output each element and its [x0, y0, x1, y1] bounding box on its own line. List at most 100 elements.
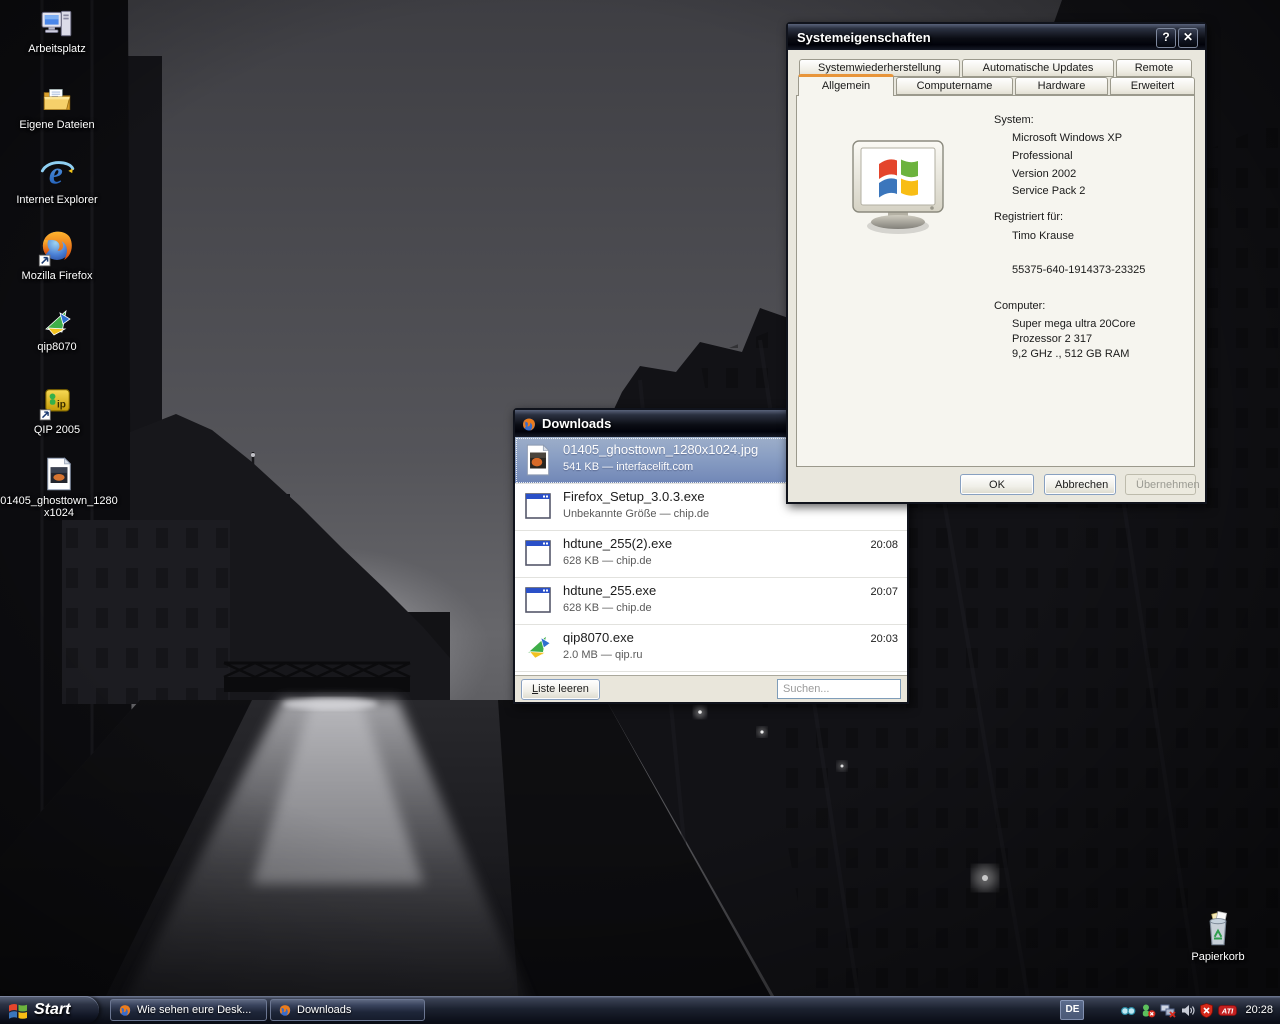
taskbar: Start Wie sehen eure Desk... Downloads D… [0, 996, 1280, 1024]
recycle-bin-icon [1200, 910, 1236, 948]
desktop-icon-label: 01405_ghosttown_1280x1024 [0, 495, 118, 519]
registered-name: Timo Krause [1012, 230, 1074, 242]
my-computer-icon [40, 6, 74, 40]
download-item[interactable]: qip8070.exe 2.0 MB — qip.ru 20:03 [515, 625, 907, 672]
windows-logo-icon [8, 1001, 28, 1020]
image-file-icon [43, 456, 75, 492]
qip-installer-icon [523, 631, 553, 661]
network-disconnected-tray-icon[interactable] [1160, 1003, 1177, 1018]
system-line: Service Pack 2 [1012, 185, 1085, 197]
windows-xp-monitor-icon [846, 138, 950, 238]
desktop-icon-label: QIP 2005 [9, 424, 105, 436]
volume-tray-icon[interactable] [1181, 1003, 1195, 1018]
download-filename: hdtune_255.exe [563, 583, 656, 598]
taskbar-task-downloads[interactable]: Downloads [270, 999, 425, 1021]
status-offline-tray-icon[interactable] [1140, 1003, 1156, 1018]
download-filename: qip8070.exe [563, 630, 634, 645]
ati-tray-icon[interactable]: ATI [1218, 1003, 1237, 1018]
tab-erweitert[interactable]: Erweitert [1110, 77, 1195, 95]
firefox-icon [521, 416, 537, 432]
downloads-window-title: Downloads [542, 416, 611, 431]
download-meta: 541 KB — interfacelift.com [563, 461, 693, 473]
computer-line: Prozessor 2 317 [1012, 333, 1092, 345]
cancel-button[interactable]: Abbrechen [1044, 474, 1116, 495]
download-meta: 628 KB — chip.de [563, 555, 652, 567]
clear-list-button[interactable]: Liste leeren [521, 679, 600, 700]
close-button[interactable]: ✕ [1178, 28, 1198, 48]
tab-remote[interactable]: Remote [1116, 59, 1192, 77]
application-file-icon [523, 490, 553, 522]
desktop-icon-label: qip8070 [9, 341, 105, 353]
taskbar-clock[interactable]: 20:28 [1245, 1004, 1273, 1016]
internet-explorer-icon: e [39, 153, 75, 191]
svg-text:ATI: ATI [1221, 1006, 1234, 1015]
application-file-icon [523, 537, 553, 569]
computer-section-label: Computer: [994, 300, 1045, 312]
computer-line: Super mega ultra 20Core [1012, 318, 1136, 330]
download-meta: 2.0 MB — qip.ru [563, 649, 642, 661]
tab-allgemein[interactable]: Allgemein [798, 74, 894, 96]
system-section-label: System: [994, 114, 1034, 126]
download-time: 20:07 [870, 586, 898, 598]
my-documents-folder-icon [39, 82, 75, 116]
product-serial: 55375-640-1914373-23325 [1012, 264, 1145, 276]
tab-automatische-updates[interactable]: Automatische Updates [962, 59, 1114, 77]
qip-tray-icon[interactable] [1120, 1003, 1136, 1018]
svg-text:ip: ip [57, 400, 66, 411]
desktop-icon-label: Internet Explorer [9, 194, 105, 206]
language-indicator[interactable]: DE [1060, 1000, 1084, 1020]
task-label: Wie sehen eure Desk... [137, 1004, 251, 1016]
start-button[interactable]: Start [0, 996, 99, 1024]
download-item[interactable]: hdtune_255.exe 628 KB — chip.de 20:07 [515, 578, 907, 625]
desktop-icon-qip8070[interactable]: qip8070 [9, 306, 105, 353]
download-meta: 628 KB — chip.de [563, 602, 652, 614]
firefox-icon [278, 1003, 292, 1017]
download-filename: hdtune_255(2).exe [563, 536, 672, 551]
download-meta: Unbekannte Größe — chip.de [563, 508, 709, 520]
downloads-footer: Liste leeren [515, 675, 907, 702]
application-file-icon [523, 584, 553, 616]
desktop-icon-qip-2005[interactable]: ip QIP 2005 [9, 383, 105, 436]
desktop-icon-ghosttown-image[interactable]: 01405_ghosttown_1280x1024 [0, 456, 118, 519]
desktop-icon-label: Papierkorb [1170, 951, 1266, 963]
apply-button[interactable]: Übernehmen [1125, 474, 1196, 495]
download-filename: 01405_ghosttown_1280x1024.jpg [563, 442, 758, 457]
download-item[interactable]: hdtune_255(2).exe 628 KB — chip.de 20:08 [515, 531, 907, 578]
desktop-icon-papierkorb[interactable]: Papierkorb [1170, 910, 1266, 963]
qip-installer-icon [40, 306, 74, 338]
desktop-icon-eigene-dateien[interactable]: Eigene Dateien [9, 82, 105, 131]
desktop-icon-internet-explorer[interactable]: e Internet Explorer [9, 153, 105, 206]
system-properties-titlebar[interactable]: Systemeigenschaften [788, 24, 1205, 50]
tab-computername[interactable]: Computername [896, 77, 1013, 95]
desktop: Arbeitsplatz Eigene Dateien e Internet E… [0, 0, 1280, 1024]
desktop-icon-arbeitsplatz[interactable]: Arbeitsplatz [9, 6, 105, 55]
kaspersky-shield-tray-icon[interactable] [1199, 1003, 1214, 1018]
download-time: 20:08 [870, 539, 898, 551]
tab-hardware[interactable]: Hardware [1015, 77, 1108, 95]
start-button-label: Start [34, 1001, 70, 1019]
download-filename: Firefox_Setup_3.0.3.exe [563, 489, 705, 504]
svg-text:e: e [49, 155, 63, 190]
system-line: Version 2002 [1012, 168, 1076, 180]
dialog-title: Systemeigenschaften [797, 30, 931, 45]
desktop-icon-label: Arbeitsplatz [9, 43, 105, 55]
system-line: Microsoft Windows XP [1012, 132, 1122, 144]
desktop-icon-label: Mozilla Firefox [9, 270, 105, 282]
registered-section-label: Registriert für: [994, 211, 1063, 223]
help-button[interactable]: ? [1156, 28, 1176, 48]
system-tray: DE [1060, 996, 1280, 1024]
download-time: 20:03 [870, 633, 898, 645]
downloads-search-input[interactable] [777, 679, 901, 699]
desktop-icon-label: Eigene Dateien [9, 119, 105, 131]
system-line: Professional [1012, 150, 1073, 162]
task-label: Downloads [297, 1004, 351, 1016]
image-file-icon [523, 443, 553, 477]
ok-button[interactable]: OK [960, 474, 1034, 495]
firefox-icon [118, 1003, 132, 1017]
system-properties-dialog: Systemeigenschaften ? ✕ Systemwiederhers… [786, 22, 1207, 504]
computer-line: 9,2 GHz ., 512 GB RAM [1012, 348, 1129, 360]
firefox-icon [38, 227, 76, 267]
desktop-icon-mozilla-firefox[interactable]: Mozilla Firefox [9, 227, 105, 282]
qip-2005-icon: ip [39, 383, 75, 421]
taskbar-task-firefox-thread[interactable]: Wie sehen eure Desk... [110, 999, 267, 1021]
